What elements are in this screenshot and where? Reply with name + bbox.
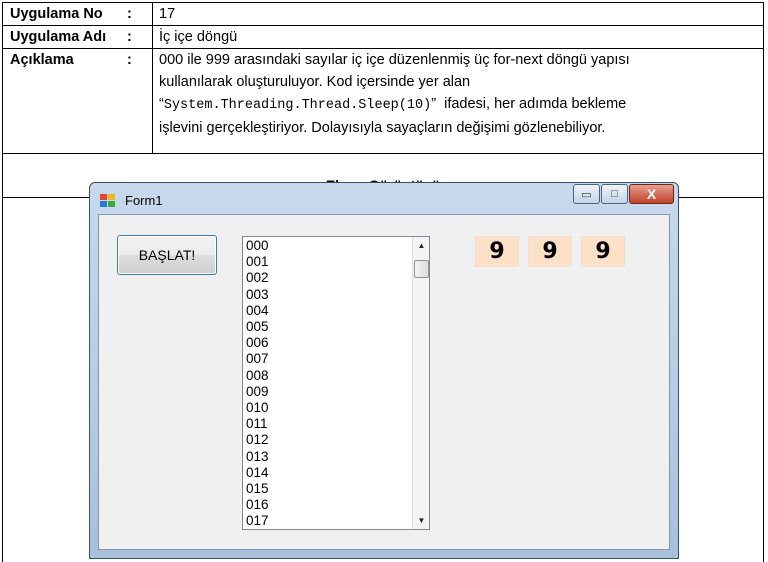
desc-line-2: kullanılarak oluşturuluyor. Kod içersind…: [159, 74, 471, 90]
list-item[interactable]: 005: [246, 319, 269, 335]
form-client-area: BAŞLAT! 000 001 002 003 004 005 006 007 008 009 01…: [98, 214, 670, 550]
colon: :: [127, 6, 132, 22]
close-icon: X: [646, 186, 657, 202]
list-item[interactable]: 015: [246, 481, 269, 497]
minimize-button[interactable]: ▭: [573, 184, 600, 204]
row-app-no: Uygulama No : 17: [2, 2, 764, 26]
app-name-value: İç içe döngü: [152, 25, 764, 49]
caption-buttons: ▭ □ X: [572, 184, 674, 204]
list-item[interactable]: 002: [246, 270, 269, 286]
desc-label: Açıklama: [10, 52, 74, 68]
list-item[interactable]: 009: [246, 384, 269, 400]
desc-label-cell: Açıklama :: [2, 48, 153, 154]
colon: :: [127, 52, 132, 68]
scroll-up-icon[interactable]: ▲: [413, 237, 430, 254]
list-item[interactable]: 013: [246, 449, 269, 465]
app-no-label: Uygulama No: [10, 6, 103, 22]
list-item[interactable]: 014: [246, 465, 269, 481]
list-item[interactable]: 008: [246, 368, 269, 384]
number-listbox[interactable]: 000 001 002 003 004 005 006 007 008 009 010 011 012 0…: [242, 236, 430, 530]
code-snippet: System.Threading.Thread.Sleep(10): [163, 98, 432, 113]
form1-window: Form1 ▭ □ X BAŞLAT! 000 001 002 003 004 005 00…: [89, 182, 679, 559]
app-no-value: 17: [152, 2, 764, 26]
list-item[interactable]: 006: [246, 335, 269, 351]
list-items: 000 001 002 003 004 005 006 007 008 009 010 011 012 0…: [246, 238, 269, 530]
scroll-down-icon[interactable]: ▼: [413, 512, 430, 529]
app-name-label-cell: Uygulama Adı :: [2, 25, 153, 49]
counter-ones: 9: [581, 236, 625, 267]
description-text: 000 ile 999 arasındaki sayılar iç içe dü…: [152, 48, 764, 154]
list-item[interactable]: 003: [246, 287, 269, 303]
window-title: Form1: [125, 193, 163, 208]
app-name-label: Uygulama Adı: [10, 29, 107, 45]
desc-line-1: 000 ile 999 arasındaki sayılar iç içe dü…: [159, 52, 630, 68]
list-scrollbar[interactable]: ▲ ▼: [412, 237, 429, 529]
scroll-thumb[interactable]: [414, 260, 429, 278]
desc-line-3-rest: ifadesi, her adımda bekleme: [444, 96, 627, 112]
maximize-icon: □: [611, 188, 618, 200]
desc-line-4: işlevini gerçekleştiriyor. Dolayısıyla s…: [159, 120, 606, 136]
counter-hundreds: 9: [475, 236, 519, 267]
counter-tens: 9: [528, 236, 572, 267]
desc-line-3: “System.Threading.Thread.Sleep(10)” ifad…: [159, 93, 763, 117]
start-button[interactable]: BAŞLAT!: [117, 235, 217, 275]
list-item[interactable]: 000: [246, 238, 269, 254]
app-icon: [100, 194, 116, 208]
row-app-name: Uygulama Adı : İç içe döngü: [2, 25, 764, 49]
colon: :: [127, 29, 132, 45]
list-item[interactable]: 017: [246, 513, 269, 529]
list-item[interactable]: 016: [246, 497, 269, 513]
list-item[interactable]: 007: [246, 351, 269, 367]
close-button[interactable]: X: [629, 184, 674, 204]
quote-close: ”: [431, 96, 437, 112]
title-bar[interactable]: Form1 ▭ □ X: [90, 183, 678, 213]
minimize-icon: ▭: [581, 188, 592, 201]
maximize-button[interactable]: □: [601, 184, 628, 204]
list-item[interactable]: 004: [246, 303, 269, 319]
app-no-label-cell: Uygulama No :: [2, 2, 153, 26]
list-item[interactable]: 012: [246, 432, 269, 448]
list-item[interactable]: 010: [246, 400, 269, 416]
list-item[interactable]: 001: [246, 254, 269, 270]
list-item[interactable]: 011: [246, 416, 269, 432]
row-description: Açıklama : 000 ile 999 arasındaki sayıla…: [2, 48, 764, 154]
